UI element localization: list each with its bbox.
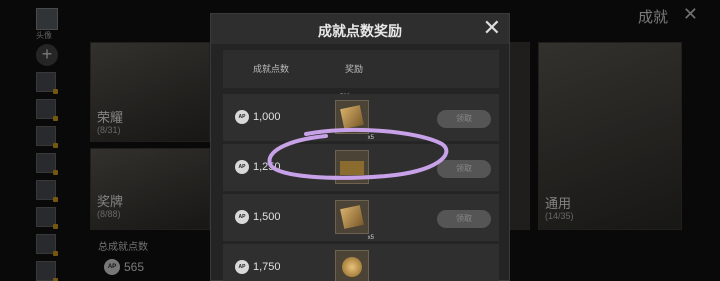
points-value: 1,750 [253,261,281,273]
close-icon[interactable]: ✕ [483,16,501,40]
coin-icon[interactable] [335,250,369,281]
points-value: 1,500 [253,211,281,223]
claim-button[interactable]: 领取 [437,210,491,228]
points-value: 1,000 [253,111,281,123]
row-points: AP 1,750 [235,260,281,274]
ap-icon: AP [235,210,249,224]
reward-row: AP 1,500 x5 领取 [223,194,499,242]
ap-icon: AP [235,110,249,124]
reward-row: AP 1,750 [223,244,499,281]
ap-icon: AP [235,260,249,274]
dialog-header: 成就点数奖励 ✕ [211,14,509,44]
row-points: AP 1,000 [235,110,281,124]
crate-icon[interactable]: x5 [335,200,374,241]
annotation-circle [267,127,449,180]
row-points: AP 1,500 [235,210,281,224]
reward-qty: x5 [367,235,374,241]
ap-icon: AP [235,160,249,174]
dialog-title: 成就点数奖励 [318,23,402,39]
